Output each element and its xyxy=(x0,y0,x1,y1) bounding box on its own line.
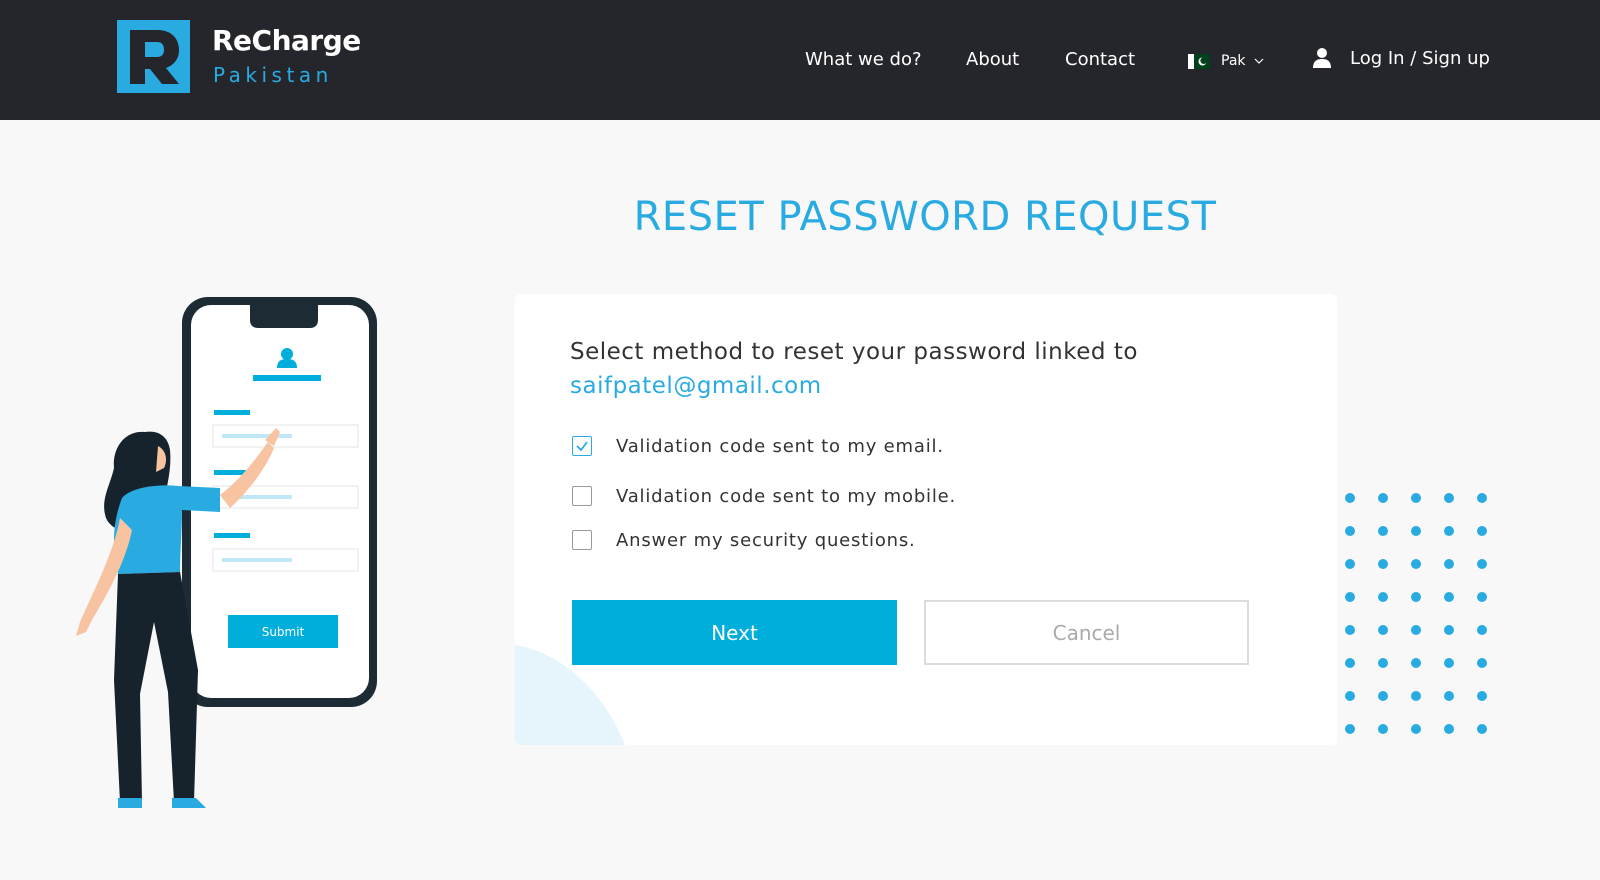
option-label: Validation code sent to my mobile. xyxy=(616,485,957,507)
phone-illustration: Submit xyxy=(76,297,377,808)
dot xyxy=(1345,691,1355,701)
reset-method-prompt: Select method to reset your password lin… xyxy=(570,339,1138,365)
dot xyxy=(1378,691,1388,701)
option-label: Answer my security questions. xyxy=(616,529,916,551)
dot xyxy=(1444,592,1454,602)
nav-contact[interactable]: Contact xyxy=(1065,49,1135,70)
decorative-dot-grid xyxy=(1345,493,1487,734)
pakistan-flag-icon xyxy=(1188,53,1210,69)
dot xyxy=(1444,625,1454,635)
mobile-code-checkbox[interactable] xyxy=(572,486,592,506)
chevron-down-icon xyxy=(1254,58,1263,64)
linked-email: saifpatel@gmail.com xyxy=(570,373,822,399)
dot xyxy=(1345,592,1355,602)
dot xyxy=(1345,559,1355,569)
nav-about[interactable]: About xyxy=(966,49,1019,70)
dot xyxy=(1411,625,1421,635)
dot xyxy=(1444,559,1454,569)
dot xyxy=(1378,658,1388,668)
cancel-button[interactable]: Cancel xyxy=(924,600,1249,665)
dot xyxy=(1444,526,1454,536)
dot xyxy=(1477,625,1487,635)
language-selector[interactable]: Pak xyxy=(1188,52,1264,70)
dot xyxy=(1444,691,1454,701)
nav-what-we-do[interactable]: What we do? xyxy=(805,49,922,70)
dot xyxy=(1411,493,1421,503)
option-mobile-code[interactable]: Validation code sent to my mobile. xyxy=(572,484,956,508)
dot xyxy=(1378,592,1388,602)
login-label: Log In / Sign up xyxy=(1350,47,1490,69)
dot xyxy=(1411,691,1421,701)
dot xyxy=(1411,559,1421,569)
dot xyxy=(1378,559,1388,569)
next-button[interactable]: Next xyxy=(572,600,897,665)
dot xyxy=(1411,724,1421,734)
dot xyxy=(1477,526,1487,536)
dot xyxy=(1444,493,1454,503)
option-email-code[interactable]: Validation code sent to my email. xyxy=(572,434,944,458)
top-navbar: ReCharge Pakistan What we do? About Cont… xyxy=(0,0,1600,120)
checkmark-icon xyxy=(576,441,588,452)
dot xyxy=(1444,724,1454,734)
dot xyxy=(1477,493,1487,503)
dot xyxy=(1411,592,1421,602)
brand-name[interactable]: ReCharge xyxy=(212,24,361,57)
dot xyxy=(1345,658,1355,668)
dot xyxy=(1378,526,1388,536)
dot xyxy=(1477,658,1487,668)
option-label: Validation code sent to my email. xyxy=(616,435,944,457)
dot xyxy=(1411,526,1421,536)
reset-card: Select method to reset your password lin… xyxy=(515,294,1337,745)
dot xyxy=(1411,658,1421,668)
dot xyxy=(1378,625,1388,635)
recharge-logo-icon[interactable] xyxy=(117,20,190,93)
dot xyxy=(1477,691,1487,701)
dot xyxy=(1345,526,1355,536)
login-signup-link[interactable]: Log In / Sign up xyxy=(1312,46,1490,70)
email-code-checkbox[interactable] xyxy=(572,436,592,456)
illustration-submit-label: Submit xyxy=(262,625,305,639)
language-label: Pak xyxy=(1221,53,1246,69)
dot xyxy=(1444,658,1454,668)
dot xyxy=(1477,559,1487,569)
option-security-questions[interactable]: Answer my security questions. xyxy=(572,528,916,552)
dot xyxy=(1477,724,1487,734)
dot xyxy=(1477,592,1487,602)
dot xyxy=(1345,493,1355,503)
dot xyxy=(1345,724,1355,734)
security-questions-checkbox[interactable] xyxy=(572,530,592,550)
dot xyxy=(1345,625,1355,635)
user-icon xyxy=(1313,48,1331,68)
dot xyxy=(1378,724,1388,734)
brand-subtitle: Pakistan xyxy=(213,63,333,87)
page-title: RESET PASSWORD REQUEST xyxy=(633,194,1217,240)
dot xyxy=(1378,493,1388,503)
